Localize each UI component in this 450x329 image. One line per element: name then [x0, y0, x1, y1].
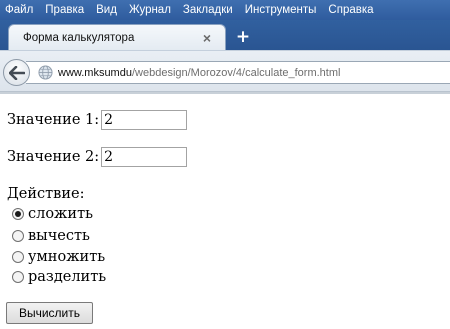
- radio-button[interactable]: [12, 230, 24, 242]
- radio-checked-dot: [15, 211, 21, 217]
- radio-button[interactable]: [12, 251, 24, 263]
- value2-label: Значение 2:: [7, 149, 100, 165]
- radio-add-label: сложить: [28, 206, 93, 222]
- radio-subtract[interactable]: вычесть: [12, 228, 90, 244]
- value1-label: Значение 1:: [7, 112, 100, 128]
- globe-icon: [38, 65, 53, 80]
- action-label: Действие:: [7, 186, 85, 202]
- menu-bar: Файл Правка Вид Журнал Закладки Инструме…: [0, 0, 450, 20]
- value1-input[interactable]: [101, 110, 188, 130]
- tab-title: Форма калькулятора: [23, 31, 135, 44]
- menu-help[interactable]: Справка: [323, 4, 380, 16]
- menu-view[interactable]: Вид: [91, 4, 124, 16]
- menu-history[interactable]: Журнал: [124, 4, 178, 16]
- radio-add[interactable]: сложить: [12, 206, 93, 222]
- radio-button[interactable]: [12, 271, 24, 283]
- back-arrow-icon: [8, 65, 25, 80]
- tab-calculator-form[interactable]: Форма калькулятора ×: [8, 24, 226, 50]
- radio-subtract-label: вычесть: [28, 228, 90, 244]
- menu-edit[interactable]: Правка: [40, 4, 91, 16]
- address-bar[interactable]: www.mksumdu/webdesign/Morozov/4/calculat…: [26, 61, 450, 84]
- value2-row: Значение 2:: [7, 147, 188, 167]
- menu-file[interactable]: Файл: [0, 4, 40, 16]
- tab-strip: Форма калькулятора × +: [0, 20, 450, 50]
- navigation-bar: www.mksumdu/webdesign/Morozov/4/calculat…: [0, 50, 450, 92]
- radio-button[interactable]: [12, 208, 24, 220]
- plus-icon[interactable]: +: [234, 28, 252, 46]
- close-icon[interactable]: ×: [199, 30, 215, 46]
- menu-tools[interactable]: Инструменты: [240, 4, 324, 16]
- url-host: www.mksumdu: [58, 66, 132, 79]
- radio-multiply[interactable]: умножить: [12, 249, 105, 265]
- calculate-button[interactable]: Вычислить: [6, 302, 93, 324]
- radio-multiply-label: умножить: [28, 249, 106, 265]
- url-text: www.mksumdu/webdesign/Morozov/4/calculat…: [58, 67, 340, 79]
- menu-bookmarks[interactable]: Закладки: [178, 4, 240, 16]
- radio-divide-label: разделить: [28, 269, 107, 285]
- page-content: Значение 1: Значение 2: Действие: сложит…: [0, 94, 450, 329]
- back-button[interactable]: [3, 59, 30, 86]
- url-path: /webdesign/Morozov/4/calculate_form.html: [131, 66, 341, 79]
- radio-divide[interactable]: разделить: [12, 269, 106, 285]
- value1-row: Значение 1:: [7, 110, 188, 130]
- value2-input[interactable]: [101, 147, 188, 167]
